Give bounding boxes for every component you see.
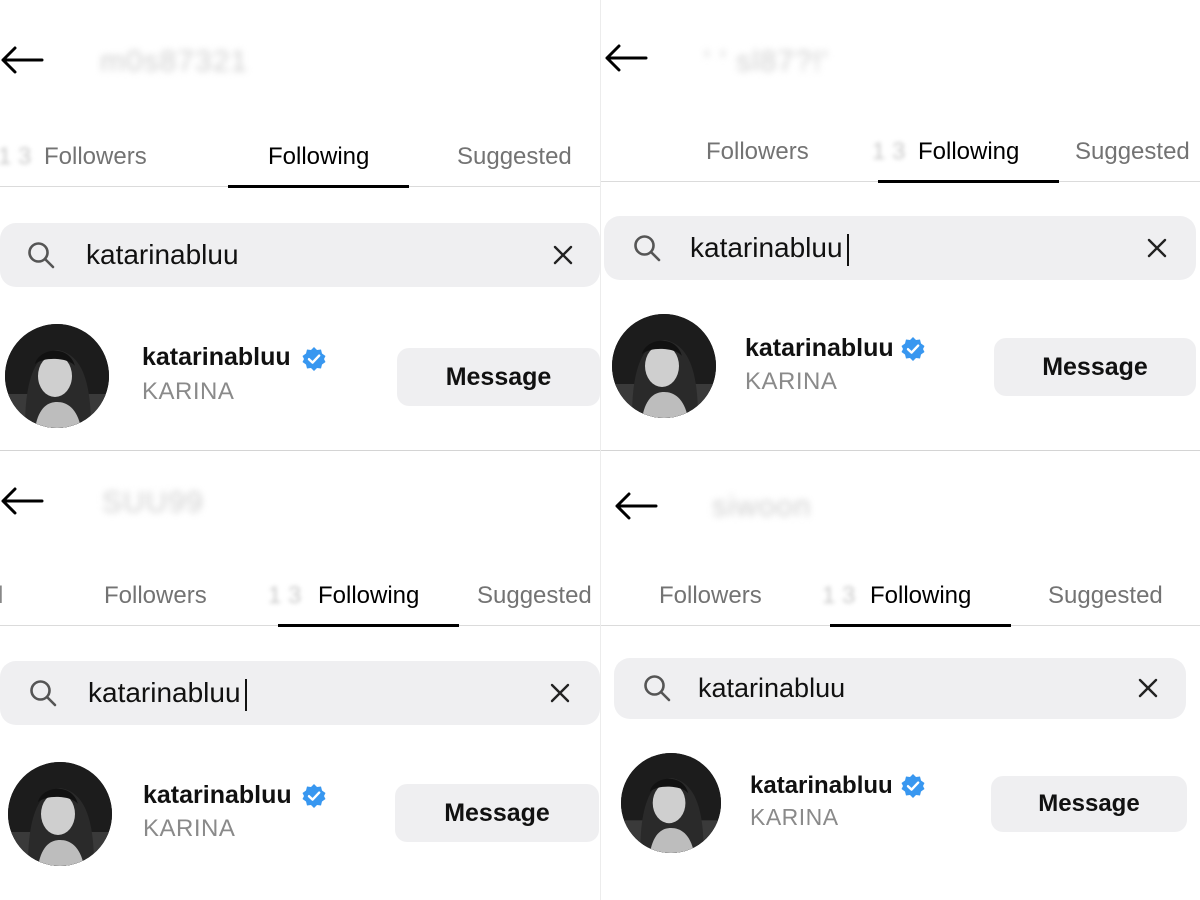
result-full-name: KARINA [143, 815, 236, 842]
arrow-left-icon[interactable] [0, 45, 44, 75]
message-button[interactable]: Message [397, 348, 600, 406]
tab-bar: l Followers 1 3 Following Suggested [0, 566, 600, 627]
tab-suggested[interactable]: Suggested [477, 566, 592, 626]
result-full-name: KARINA [142, 378, 235, 405]
tab-followers[interactable]: Followers [706, 122, 809, 182]
search-bar[interactable]: katarinabluu [604, 216, 1196, 280]
tab-followers[interactable]: Followers [44, 127, 147, 187]
verified-badge-icon [900, 336, 926, 362]
search-icon [632, 233, 662, 263]
verified-badge-icon [301, 346, 327, 372]
result-full-name: KARINA [750, 804, 839, 830]
message-button[interactable]: Message [395, 784, 599, 842]
text-caret [244, 678, 247, 711]
avatar[interactable] [621, 753, 721, 853]
tab-count-blurred: 1 3 [822, 582, 856, 609]
tab-bar: Followers 1 3 Following Suggested [600, 122, 1200, 183]
search-icon [642, 673, 672, 703]
panel-divider-vertical [600, 0, 601, 900]
screenshot-panel-4: siwoon Followers 1 3 Following Suggested… [600, 450, 1200, 900]
header-username-blurred: ' ' sl87?!' [704, 45, 829, 78]
close-icon[interactable] [548, 681, 572, 705]
tab-bar: 1 3 Followers Following Suggested [0, 127, 600, 188]
tab-followers[interactable]: Followers [104, 566, 207, 626]
tab-suggested[interactable]: Suggested [1075, 122, 1190, 182]
search-input[interactable]: katarinabluu [86, 223, 239, 287]
search-input[interactable]: katarinabluu [690, 216, 849, 280]
arrow-left-icon[interactable] [604, 43, 648, 73]
tab-suggested[interactable]: Suggested [1048, 566, 1163, 626]
screenshot-panel-3: SUU99 l Followers 1 3 Following Suggeste… [0, 450, 600, 900]
tab-bar: Followers 1 3 Following Suggested [600, 566, 1200, 627]
header-username-blurred: m0s87321 [100, 45, 249, 78]
message-button[interactable]: Message [991, 776, 1187, 832]
search-input[interactable]: katarinabluu [698, 658, 845, 719]
search-bar[interactable]: katarinabluu [0, 661, 600, 725]
header-username-blurred: SUU99 [102, 486, 204, 519]
arrow-left-icon[interactable] [0, 486, 44, 516]
result-username[interactable]: katarinabluu [142, 343, 291, 372]
close-icon[interactable] [1145, 236, 1169, 260]
screenshot-panel-2: ' ' sl87?!' Followers 1 3 Following Sugg… [600, 0, 1200, 450]
avatar[interactable] [612, 314, 716, 418]
close-icon[interactable] [1136, 676, 1160, 700]
tab-following[interactable]: Following [829, 566, 1012, 627]
result-full-name: KARINA [745, 368, 838, 395]
screenshot-panel-1: m0s87321 1 3 Followers Following Suggest… [0, 0, 600, 450]
tab-count-blurred: 1 3 [268, 582, 302, 609]
result-username[interactable]: katarinabluu [143, 781, 292, 810]
search-icon [28, 678, 58, 708]
text-caret [846, 233, 849, 266]
tab-followers[interactable]: Followers [659, 566, 762, 626]
search-bar[interactable]: katarinabluu [0, 223, 600, 287]
avatar[interactable] [5, 324, 109, 428]
avatar[interactable] [8, 762, 112, 866]
arrow-left-icon[interactable] [614, 491, 658, 521]
result-username[interactable]: katarinabluu [745, 334, 894, 363]
search-query-text: katarinabluu [88, 677, 241, 708]
result-username[interactable]: katarinabluu [750, 772, 893, 800]
tab-suggested[interactable]: Suggested [457, 127, 572, 187]
tab-count-blurred: 1 3 [0, 143, 32, 170]
tab-following[interactable]: Following [277, 566, 460, 627]
tab-following[interactable]: Following [227, 127, 410, 188]
verified-badge-icon [301, 783, 327, 809]
message-button[interactable]: Message [994, 338, 1196, 396]
tab-count-blurred: 1 3 [872, 138, 906, 165]
verified-badge-icon [900, 773, 926, 799]
search-query-text: katarinabluu [690, 232, 843, 263]
search-input[interactable]: katarinabluu [88, 661, 247, 725]
search-bar[interactable]: katarinabluu [614, 658, 1186, 719]
search-icon [26, 240, 56, 270]
tab-following[interactable]: Following [877, 122, 1060, 183]
tab-count-fragment: l [0, 582, 4, 609]
close-icon[interactable] [551, 243, 575, 267]
header-username-blurred: siwoon [712, 490, 812, 523]
